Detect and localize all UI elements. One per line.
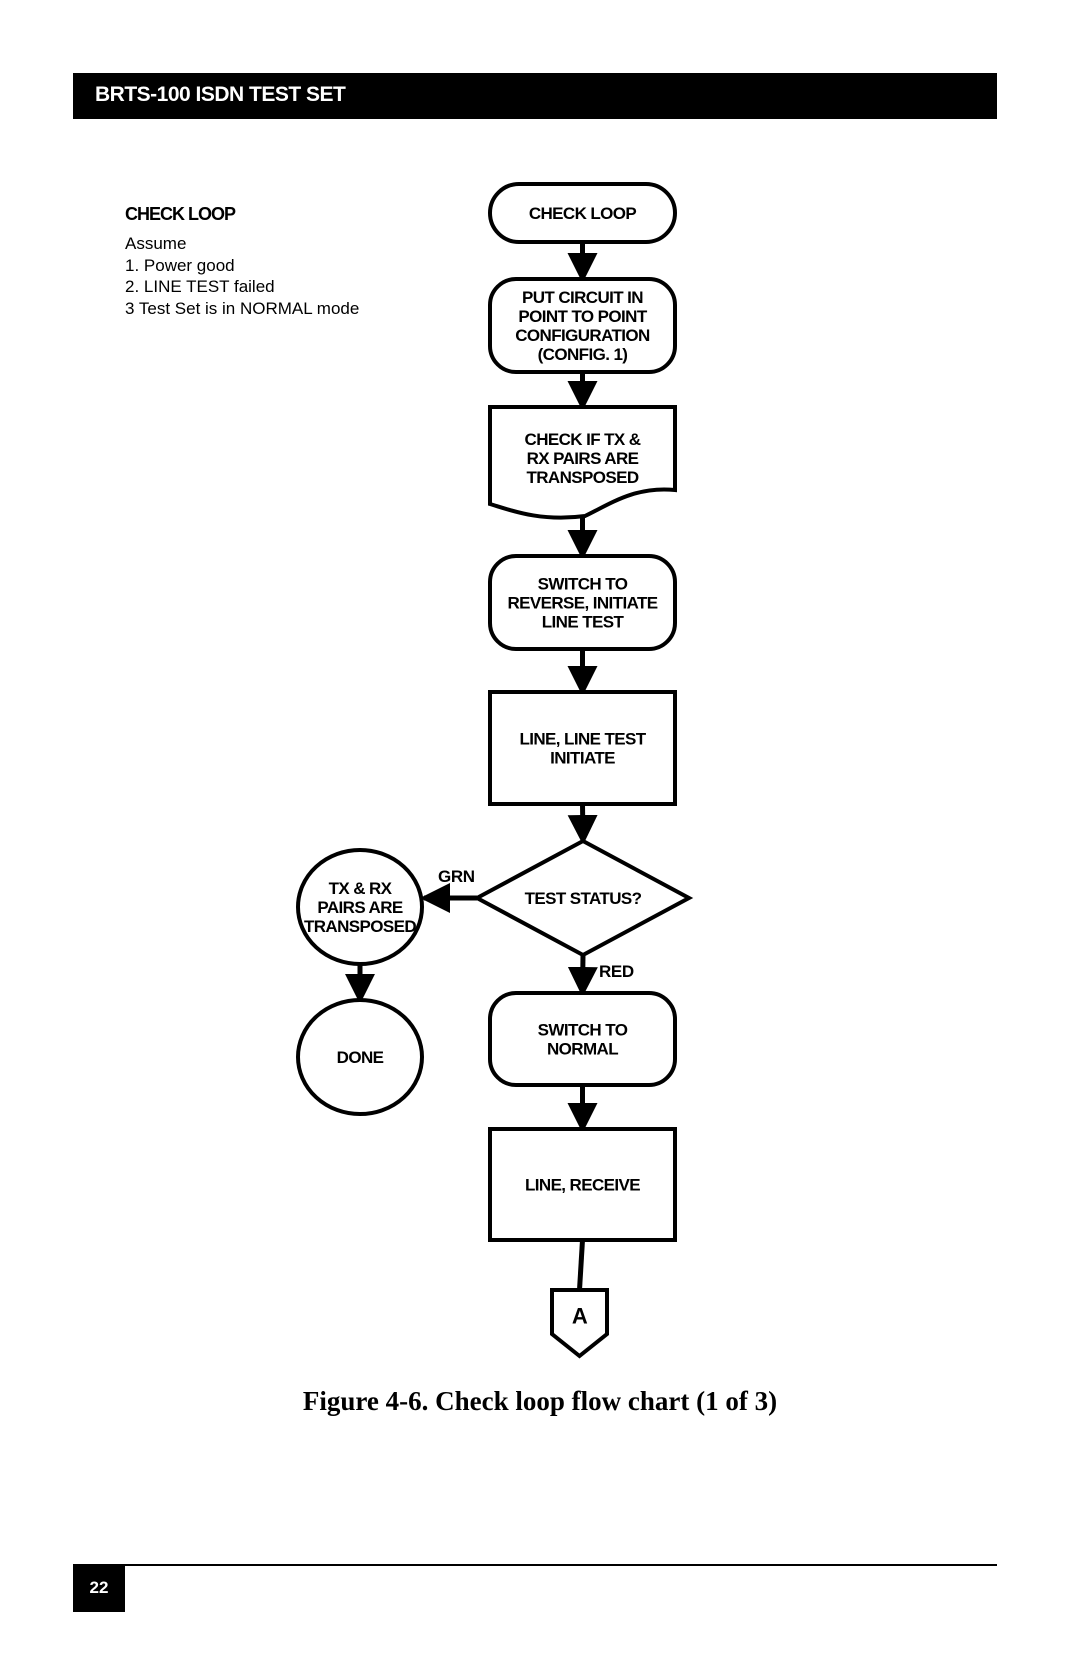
node-label: TRANSPOSED xyxy=(526,468,638,487)
node-label: LINE TEST xyxy=(542,612,625,631)
node-label: TX & RX xyxy=(329,879,393,898)
node-pairs-transposed: TX & RXPAIRS ARETRANSPOSED xyxy=(296,847,424,967)
page-number-box: 22 xyxy=(73,1565,125,1612)
node-connector-a: A xyxy=(550,1288,609,1359)
edge-line-receive-to-connector-a xyxy=(577,1239,585,1291)
node-line-test-initiate: LINE, LINE TESTINITIATE xyxy=(488,690,677,806)
node-label: TEST STATUS? xyxy=(525,889,642,908)
node-label: A xyxy=(572,1304,588,1329)
node-label: REVERSE, INITIATE xyxy=(507,593,657,612)
node-test-status: TEST STATUS? xyxy=(472,838,694,958)
node-label: DONE xyxy=(337,1048,384,1067)
edge-label-grn: GRN xyxy=(438,867,475,886)
node-put-circuit: PUT CIRCUIT INPOINT TO POINTCONFIGURATIO… xyxy=(488,277,677,374)
page-number: 22 xyxy=(89,1578,109,1597)
footer-rule xyxy=(73,1564,997,1566)
edge-label-red: RED xyxy=(599,962,634,981)
node-label: CHECK LOOP xyxy=(529,204,637,223)
node-label: SWITCH TO xyxy=(538,1020,628,1039)
node-switch-to-reverse: SWITCH TOREVERSE, INITIATELINE TEST xyxy=(488,554,677,651)
nodes-layer: CHECK LOOP PUT CIRCUIT INPOINT TO POINTCO… xyxy=(296,182,694,1359)
node-done: DONE xyxy=(296,997,424,1117)
node-label: CHECK IF TX & xyxy=(525,430,641,449)
node-label: PAIRS ARE xyxy=(317,898,403,917)
node-label: TRANSPOSED xyxy=(304,917,416,936)
node-check-loop: CHECK LOOP xyxy=(488,182,677,244)
edge-test-status-to-switch-to-normal xyxy=(567,954,598,997)
node-label: (CONFIG. 1) xyxy=(538,345,628,364)
flowchart: GRN RED CHECK LOOP PUT CIRCUIT INPOINT TO … xyxy=(296,182,694,1359)
node-line-receive: LINE, RECEIVE xyxy=(488,1127,677,1242)
node-label: NORMAL xyxy=(547,1039,618,1058)
node-label: LINE, LINE TEST xyxy=(519,729,646,748)
figure-caption: Figure 4-6. Check loop flow chart (1 of … xyxy=(302,1386,778,1416)
node-label: SWITCH TO xyxy=(538,574,628,593)
node-label: LINE, RECEIVE xyxy=(525,1175,640,1194)
node-label: PUT CIRCUIT IN xyxy=(522,288,643,307)
node-label: RX PAIRS ARE xyxy=(527,449,639,468)
node-switch-to-normal: SWITCH TONORMAL xyxy=(488,991,677,1087)
node-label: CONFIGURATION xyxy=(515,326,650,345)
node-check-if-tx-rx: CHECK IF TX &RX PAIRS ARETRANSPOSED xyxy=(488,405,677,520)
node-label: POINT TO POINT xyxy=(518,307,647,326)
node-label: INITIATE xyxy=(550,748,615,767)
edge-line-test-initiate-to-test-status xyxy=(567,803,598,845)
